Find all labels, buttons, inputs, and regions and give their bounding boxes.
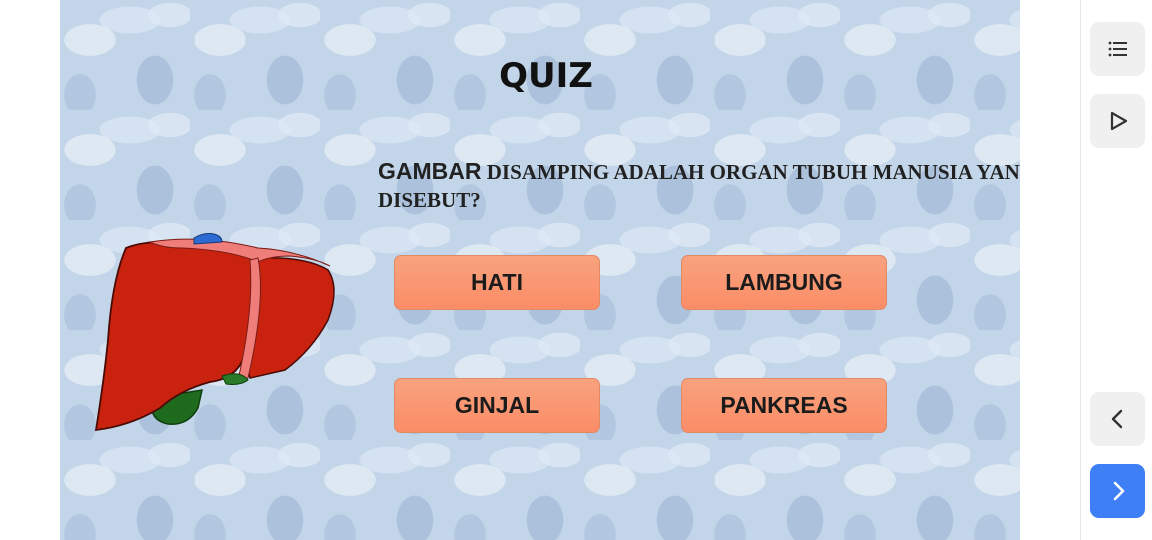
chevron-right-icon <box>1113 481 1124 501</box>
list-icon <box>1108 41 1127 57</box>
answer-lambung-button[interactable]: LAMBUNG <box>681 255 887 310</box>
play-icon <box>1110 111 1127 131</box>
previous-button[interactable] <box>1090 392 1145 446</box>
question-lead: GAMBAR <box>378 158 482 184</box>
quiz-title: QUIZ <box>499 56 593 96</box>
play-button[interactable] <box>1090 94 1145 148</box>
next-button[interactable] <box>1090 464 1145 518</box>
answer-hati-button[interactable]: HATI <box>394 255 600 310</box>
outline-button[interactable] <box>1090 22 1145 76</box>
quiz-slide: QUIZ GAMBAR disamping adalah organ tubuh… <box>60 0 1020 540</box>
question-rest: disamping adalah organ tubuh manusia yan… <box>481 160 1020 184</box>
question-text: GAMBAR disamping adalah organ tubuh manu… <box>378 158 1020 212</box>
answer-ginjal-button[interactable]: GINJAL <box>394 378 600 433</box>
question-line2: DISEBUT? <box>378 188 481 212</box>
chevron-left-icon <box>1111 409 1122 429</box>
answer-pankreas-button[interactable]: PANKREAS <box>681 378 887 433</box>
liver-image <box>94 233 335 432</box>
side-panel <box>1080 0 1152 540</box>
